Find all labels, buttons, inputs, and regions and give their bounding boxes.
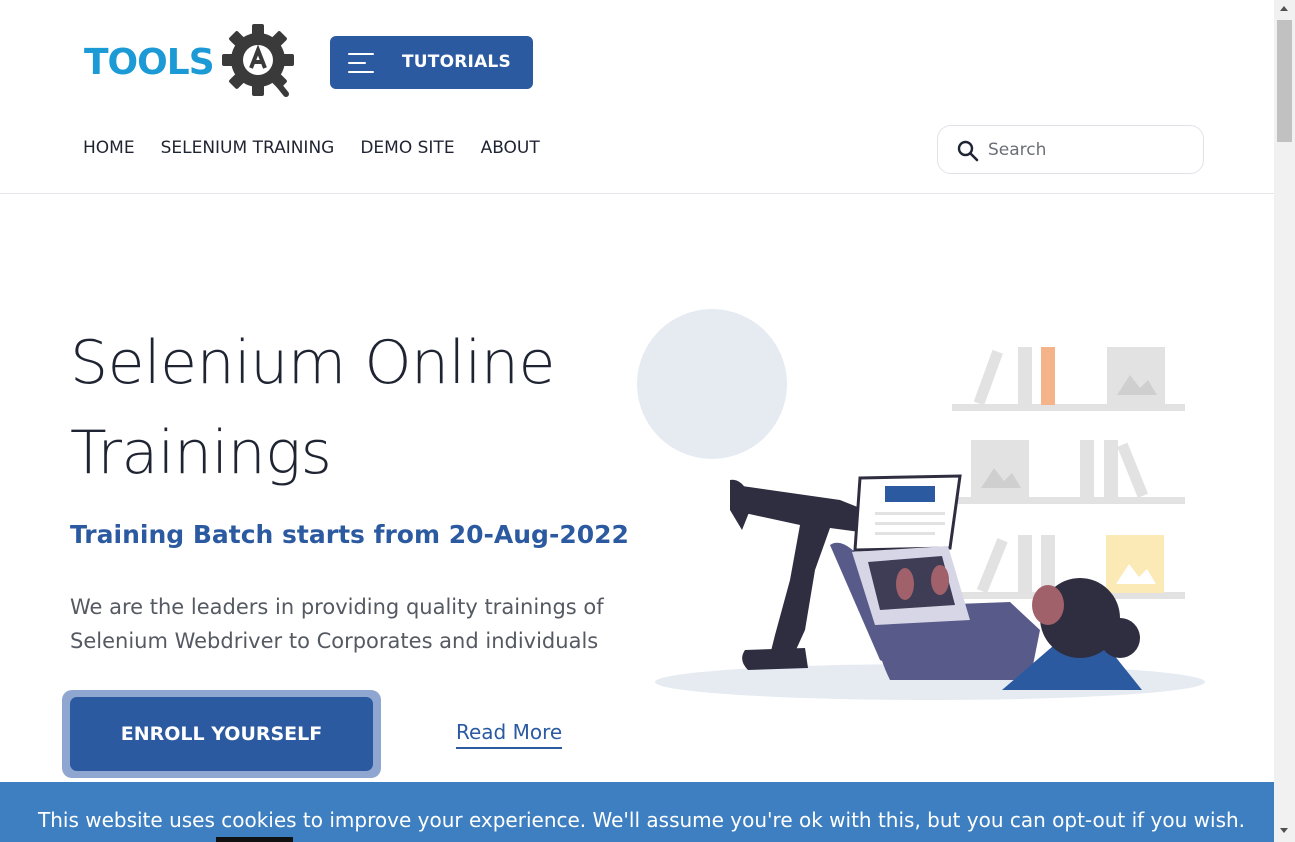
toolsqa-logo[interactable]: TOOLS bbox=[84, 22, 304, 102]
hero-title: Selenium Online Trainings bbox=[70, 328, 555, 488]
enroll-button[interactable]: ENROLL YOURSELF bbox=[70, 697, 373, 771]
hero-illustration bbox=[637, 309, 1205, 700]
nav-about[interactable]: ABOUT bbox=[481, 138, 540, 158]
search-box bbox=[937, 125, 1204, 174]
search-input[interactable] bbox=[988, 136, 1188, 164]
enroll-focus-ring: ENROLL YOURSELF bbox=[62, 690, 381, 778]
page-scrollbar[interactable] bbox=[1274, 0, 1295, 842]
scroll-up-icon[interactable] bbox=[1280, 6, 1288, 11]
logo-text: TOOLS bbox=[84, 42, 215, 83]
hero-description: We are the leaders in providing quality … bbox=[70, 595, 604, 653]
scroll-down-icon[interactable] bbox=[1280, 828, 1288, 833]
scroll-thumb[interactable] bbox=[1277, 20, 1292, 142]
cookie-link-underline bbox=[216, 837, 293, 842]
nav-selenium-training[interactable]: SELENIUM TRAINING bbox=[161, 138, 335, 158]
main-nav: HOME SELENIUM TRAINING DEMO SITE ABOUT bbox=[83, 138, 566, 158]
gear-logo-icon bbox=[222, 24, 294, 97]
read-more-link[interactable]: Read More bbox=[456, 720, 563, 749]
nav-demo-site[interactable]: DEMO SITE bbox=[360, 138, 454, 158]
tutorials-button[interactable]: TUTORIALS bbox=[330, 36, 533, 89]
cookie-banner: This website uses cookies to improve you… bbox=[0, 782, 1274, 842]
batch-date: Training Batch starts from 20-Aug-2022 bbox=[70, 520, 629, 549]
hamburger-icon bbox=[348, 53, 374, 73]
nav-home[interactable]: HOME bbox=[83, 138, 135, 158]
search-icon bbox=[957, 140, 979, 162]
tutorials-label: TUTORIALS bbox=[402, 52, 511, 72]
cookie-message: This website uses cookies to improve you… bbox=[38, 808, 1246, 832]
site-header: TOOLS TUTORIALS HOME SELENIUM TRAINING D… bbox=[0, 0, 1274, 194]
